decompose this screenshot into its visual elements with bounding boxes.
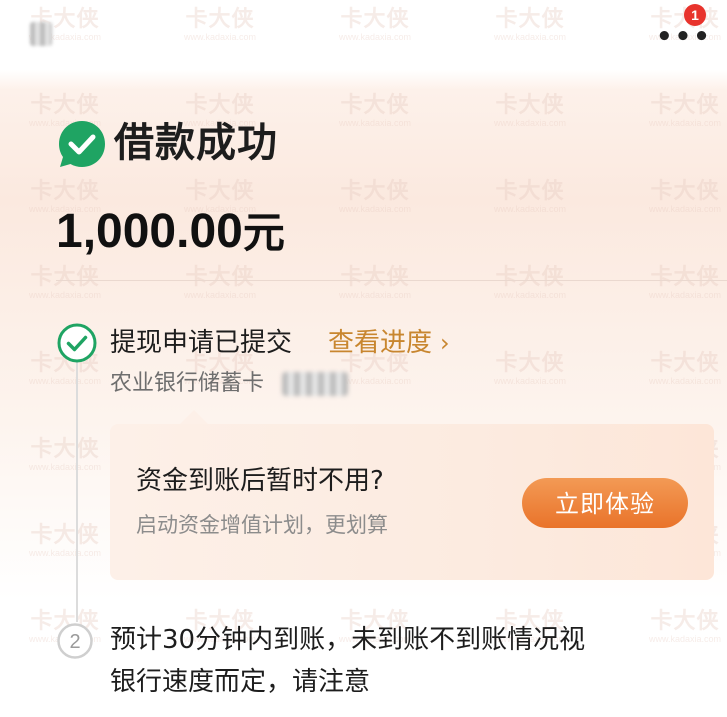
step2-text-line2: 银行速度而定，请注意 — [110, 667, 371, 697]
chevron-right-icon: › — [440, 329, 450, 357]
loan-amount: 1,000.00元 — [56, 200, 285, 265]
promo-subtitle: 启动资金增值计划，更划算 — [136, 513, 388, 537]
view-progress-link[interactable]: 查看进度 › — [328, 324, 450, 362]
amount-value: 1,000.00 — [56, 205, 243, 258]
step1-title: 提现申请已提交 — [110, 328, 293, 358]
promo-title: 资金到账后暂时不用? — [136, 466, 384, 496]
try-now-button[interactable]: 立即体验 — [522, 478, 688, 528]
bank-card-label: 农业银行储蓄卡 — [110, 371, 265, 396]
timeline-line — [76, 360, 78, 622]
top-bar: ••• 1 — [0, 0, 727, 62]
step2-number-icon: 2 — [57, 623, 93, 659]
step-done-check-icon — [57, 323, 97, 363]
card-number-redacted — [282, 372, 348, 396]
amount-unit: 元 — [242, 208, 285, 257]
success-title: 借款成功 — [114, 120, 278, 166]
view-progress-label: 查看进度 — [328, 328, 433, 358]
back-button-redacted[interactable] — [30, 22, 52, 46]
step2-number: 2 — [69, 631, 80, 653]
more-dots-icon: ••• — [656, 22, 712, 52]
divider — [56, 280, 727, 281]
success-check-icon — [59, 121, 105, 167]
step2-text-line1: 预计30分钟内到账，未到账不到账情况视 — [110, 625, 586, 655]
notification-badge: 1 — [684, 4, 706, 26]
